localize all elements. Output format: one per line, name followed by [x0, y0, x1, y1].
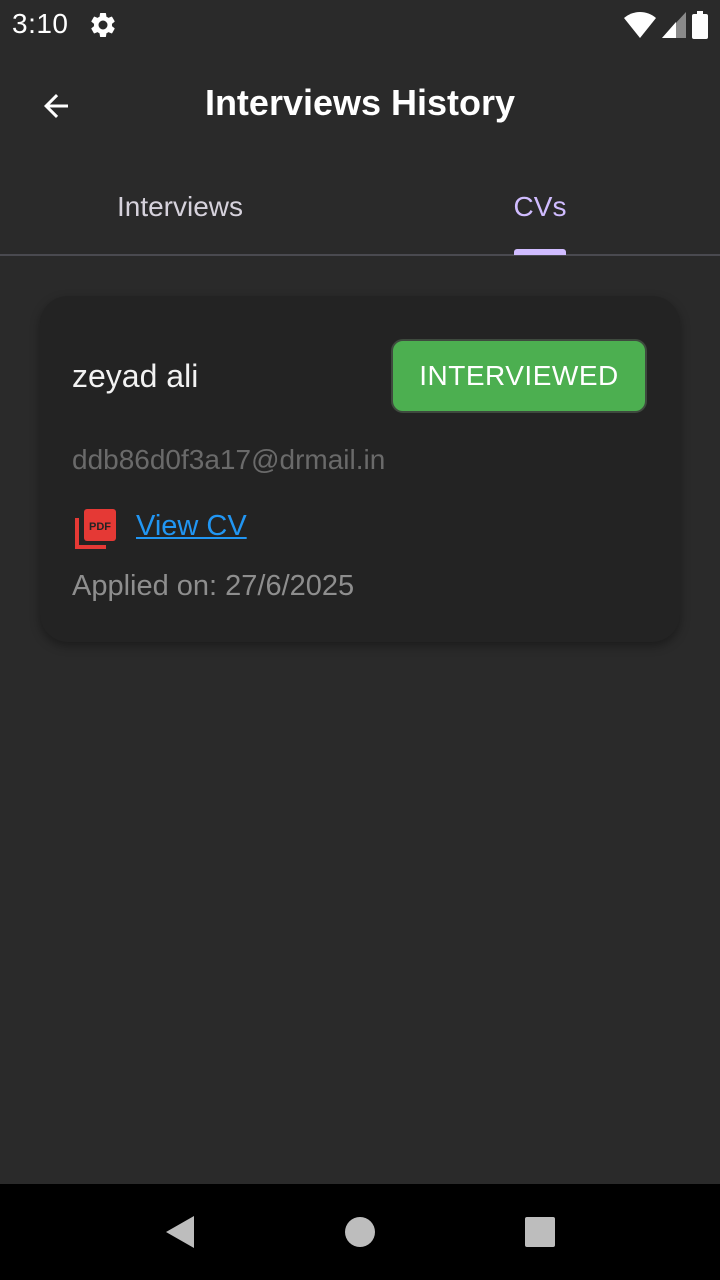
nav-back-button[interactable] — [160, 1212, 200, 1252]
home-circle-icon — [345, 1217, 375, 1247]
system-nav-bar — [0, 1184, 720, 1280]
tab-interviews[interactable]: Interviews — [0, 160, 360, 254]
back-triangle-icon — [166, 1216, 194, 1248]
page-title: Interviews History — [204, 82, 516, 123]
status-time: 3:10 — [12, 8, 69, 39]
applied-date: Applied on: 27/6/2025 — [72, 570, 355, 602]
status-badge: INTERVIEWED — [391, 339, 647, 413]
tab-indicator — [514, 249, 566, 255]
app-bar: Interviews History — [0, 56, 720, 152]
tab-bar: Interviews CVs — [0, 160, 720, 256]
candidate-name: zeyad ali — [72, 358, 199, 394]
gear-icon — [91, 12, 115, 38]
nav-recents-button[interactable] — [520, 1212, 560, 1252]
pdf-icon: PDF — [75, 509, 116, 549]
battery-icon — [692, 11, 708, 39]
tab-cvs[interactable]: CVs — [360, 160, 720, 254]
view-cv-link[interactable]: View CV — [136, 510, 247, 543]
svg-text:PDF: PDF — [89, 521, 111, 533]
signal-icon — [662, 12, 686, 38]
wifi-icon — [624, 12, 656, 38]
cv-card[interactable]: zeyad ali INTERVIEWED ddb86d0f3a17@drmai… — [40, 296, 680, 642]
recents-square-icon — [525, 1217, 555, 1247]
nav-home-button[interactable] — [340, 1212, 380, 1252]
candidate-email: ddb86d0f3a17@drmail.in — [72, 444, 386, 475]
screen: 3:10 Interviews History Interviews CVs z… — [0, 0, 720, 1280]
status-icons — [624, 10, 708, 40]
status-bar: 3:10 — [0, 0, 720, 48]
